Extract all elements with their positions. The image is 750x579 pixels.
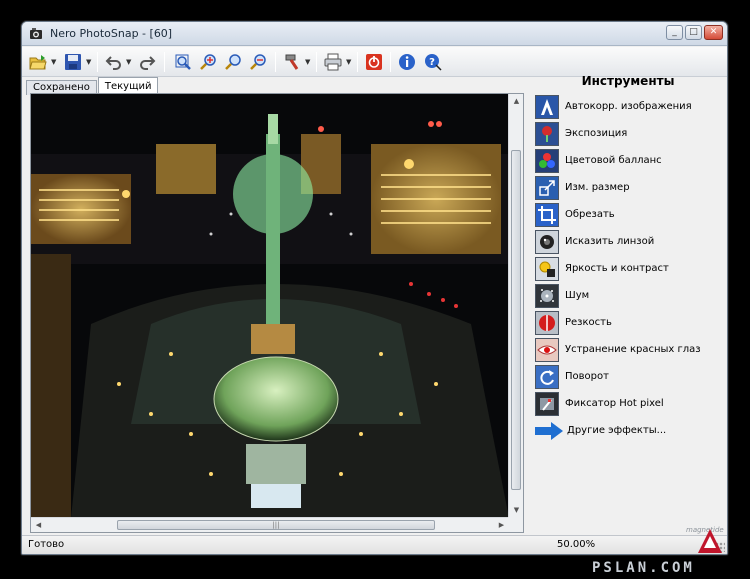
vertical-scrollbar[interactable]: ▲ ▼ bbox=[508, 94, 523, 518]
toolbar-separator bbox=[357, 52, 358, 72]
help-icon[interactable]: ? bbox=[422, 52, 444, 72]
rotate-icon bbox=[535, 364, 559, 389]
tool-red-eye[interactable]: Устранение красных глаз bbox=[535, 337, 701, 362]
status-bar: Готово 50.00% bbox=[22, 535, 727, 554]
zoom-level: 50.00% bbox=[557, 539, 596, 550]
vertical-scroll-thumb[interactable] bbox=[511, 150, 521, 490]
app-window: Nero PhotoSnap - [60] _ □ ✕ ▼ ▼ ▼ ▼ ▼ ? … bbox=[21, 21, 728, 555]
close-button[interactable]: ✕ bbox=[704, 25, 723, 40]
scroll-corner bbox=[508, 517, 523, 532]
undo-icon[interactable] bbox=[103, 52, 125, 72]
print-icon[interactable] bbox=[322, 52, 344, 72]
scroll-up-arrow-icon[interactable]: ▲ bbox=[509, 94, 524, 109]
photo-canvas[interactable] bbox=[31, 94, 509, 518]
tool-label: Фиксатор Hot pixel bbox=[565, 398, 664, 409]
horizontal-scroll-thumb[interactable]: ||| bbox=[117, 520, 435, 530]
tool-sharpen[interactable]: Резкость bbox=[535, 310, 612, 335]
tool-label: Яркость и контраст bbox=[565, 263, 669, 274]
info-icon[interactable] bbox=[396, 52, 418, 72]
save-dropdown-icon[interactable]: ▼ bbox=[86, 58, 93, 66]
print-dropdown-icon[interactable]: ▼ bbox=[346, 58, 353, 66]
watermark-logo-icon bbox=[697, 528, 723, 554]
toolbar-separator bbox=[97, 52, 98, 72]
lens-distort-icon bbox=[535, 229, 559, 254]
tools-dropdown-icon[interactable]: ▼ bbox=[305, 58, 312, 66]
toolbar-separator bbox=[316, 52, 317, 72]
tool-crop[interactable]: Обрезать bbox=[535, 202, 615, 227]
tool-label: Исказить линзой bbox=[565, 236, 655, 247]
redo-icon[interactable] bbox=[136, 52, 158, 72]
tool-label: Цветовой балланс bbox=[565, 155, 662, 166]
tool-hot-pixel[interactable]: Фиксатор Hot pixel bbox=[535, 391, 664, 416]
toolbar: ▼ ▼ ▼ ▼ ▼ ? bbox=[22, 47, 727, 77]
tool-noise[interactable]: Шум bbox=[535, 283, 589, 308]
svg-text:?: ? bbox=[429, 57, 435, 68]
tool-label: Шум bbox=[565, 290, 590, 301]
horizontal-scrollbar[interactable]: ◀ ||| ▶ bbox=[31, 517, 509, 532]
red-eye-icon bbox=[535, 337, 559, 362]
app-icon bbox=[29, 27, 43, 41]
crop-icon bbox=[535, 202, 559, 227]
noise-icon bbox=[535, 283, 559, 308]
exit-icon[interactable] bbox=[363, 52, 385, 72]
zoom-actual-icon[interactable] bbox=[248, 52, 270, 72]
zoom-fit-icon[interactable] bbox=[172, 52, 194, 72]
exposure-icon bbox=[535, 121, 559, 146]
tool-brightness-contrast[interactable]: Яркость и контраст bbox=[535, 256, 669, 281]
brightness-contrast-icon bbox=[535, 256, 559, 281]
maximize-button[interactable]: □ bbox=[685, 25, 702, 40]
toolbar-separator bbox=[164, 52, 165, 72]
tool-label: Резкость bbox=[565, 317, 612, 328]
color-balance-icon bbox=[535, 148, 559, 173]
tools-panel: Инструменты Автокорр. изображения Экспоз… bbox=[530, 74, 726, 534]
tool-rotate[interactable]: Поворот bbox=[535, 364, 609, 389]
tool-label: Обрезать bbox=[565, 209, 615, 220]
more-effects-arrow-icon bbox=[535, 419, 565, 443]
status-text: Готово bbox=[28, 539, 65, 550]
minimize-button[interactable]: _ bbox=[666, 25, 683, 40]
sharpen-icon bbox=[535, 310, 559, 335]
image-viewer[interactable]: ▲ ▼ ◀ ||| ▶ bbox=[30, 93, 524, 533]
watermark-text: PSLAN.COM bbox=[592, 560, 695, 576]
tool-label: Экспозиция bbox=[565, 128, 628, 139]
zoom-in-icon[interactable] bbox=[198, 52, 220, 72]
auto-correct-icon bbox=[535, 94, 559, 119]
tool-label: Изм. размер bbox=[565, 182, 630, 193]
tools-hammer-icon[interactable] bbox=[281, 52, 303, 72]
title-bar[interactable]: Nero PhotoSnap - [60] _ □ ✕ bbox=[22, 22, 727, 46]
tool-auto-correct[interactable]: Автокорр. изображения bbox=[535, 94, 692, 119]
toolbar-separator bbox=[275, 52, 276, 72]
scroll-down-arrow-icon[interactable]: ▼ bbox=[509, 503, 524, 518]
toolbar-separator bbox=[390, 52, 391, 72]
open-folder-icon[interactable] bbox=[27, 52, 49, 72]
undo-dropdown-icon[interactable]: ▼ bbox=[126, 58, 133, 66]
scroll-right-arrow-icon[interactable]: ▶ bbox=[494, 518, 509, 533]
hot-pixel-icon bbox=[535, 391, 559, 416]
scroll-left-arrow-icon[interactable]: ◀ bbox=[31, 518, 46, 533]
tool-label: Устранение красных глаз bbox=[565, 344, 701, 355]
tool-exposure[interactable]: Экспозиция bbox=[535, 121, 627, 146]
tool-label: Поворот bbox=[565, 371, 609, 382]
zoom-out-icon[interactable] bbox=[223, 52, 245, 72]
tools-panel-title: Инструменты bbox=[581, 74, 675, 88]
tool-more-effects[interactable]: Другие эффекты... bbox=[535, 418, 666, 443]
tool-label: Автокорр. изображения bbox=[565, 101, 692, 112]
open-dropdown-icon[interactable]: ▼ bbox=[51, 58, 58, 66]
tool-label: Другие эффекты... bbox=[567, 425, 667, 436]
tool-color-balance[interactable]: Цветовой балланс bbox=[535, 148, 662, 173]
save-icon[interactable] bbox=[62, 52, 84, 72]
resize-icon bbox=[535, 175, 559, 200]
window-title: Nero PhotoSnap - [60] bbox=[50, 27, 173, 40]
tool-resize[interactable]: Изм. размер bbox=[535, 175, 630, 200]
tool-lens-distort[interactable]: Исказить линзой bbox=[535, 229, 654, 254]
